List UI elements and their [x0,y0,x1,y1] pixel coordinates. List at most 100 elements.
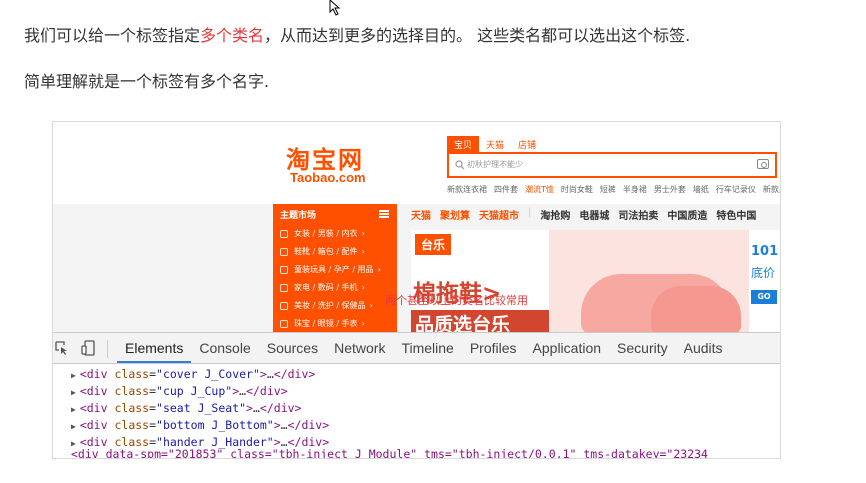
tab-security[interactable]: Security [609,333,676,363]
hot-word-link[interactable]: 半身裙 [623,184,647,195]
tag-close: </div> [246,384,288,398]
expand-triangle-icon[interactable]: ▶ [71,371,76,380]
attr-value: "cover J_Cover" [156,367,260,381]
hot-word-link[interactable]: 潮流T恤 [525,184,554,195]
category-icon [280,247,288,256]
category-label: 童装玩具 / 孕产 / 用品 [294,265,374,274]
dom-node-cut[interactable]: <div data-spm="201853" class="tbh-inject… [71,446,708,458]
hot-words: 新款连衣裙 四件套 潮流T恤 时尚女鞋 短裤 半身裙 男士外套 墙纸 行车记录仪… [447,184,780,195]
tab-console[interactable]: Console [191,333,258,363]
tab-elements[interactable]: Elements [117,333,192,363]
side-ad[interactable]: 101 底价 GO [749,230,780,334]
dom-node[interactable]: ▶ <div class="bottom J_Bottom">…</div> [71,417,329,434]
hot-word-link[interactable]: 时尚女鞋 [561,184,593,195]
hot-word-link[interactable]: 四件套 [494,184,518,195]
category-label: 鞋靴 / 箱包 / 配件 [294,247,358,256]
category-label: 美妆 / 洗护 / 保健品 [294,301,366,310]
nav-link[interactable]: 中国质造 [667,207,707,222]
category-item[interactable]: 美妆 / 洗护 / 保健品 › [280,300,373,311]
tab-timeline[interactable]: Timeline [393,333,461,363]
camera-icon[interactable] [757,159,769,169]
category-item[interactable]: 女装 / 男装 / 内衣 › [280,228,365,239]
category-label: 家电 / 数码 / 手机 [294,283,358,292]
nav-link[interactable]: 电器城 [579,207,609,222]
tab-profiles[interactable]: Profiles [462,333,525,363]
category-title: 主题市场 [280,211,317,221]
highlight-text: 多个类名 [200,26,265,45]
search-tab-baobei[interactable]: 宝贝 [447,136,480,152]
category-icon [280,301,288,310]
nav-link[interactable]: 淘抢购 [540,207,570,222]
expand-triangle-icon[interactable]: ▶ [71,388,76,397]
attr-value: "cup J_Cup" [156,384,233,398]
category-item[interactable]: 童装玩具 / 孕产 / 用品 › [280,264,381,275]
annotation-note: 两个甚至以上的类名比较常用 [385,294,528,307]
attr-name: class [114,418,150,432]
nav-link[interactable]: 特色中国 [716,207,756,222]
category-item[interactable]: 家电 / 数码 / 手机 › [280,282,365,293]
paragraph-line-1: 我们可以给一个标签指定多个类名，从而达到更多的选择目的。 这些类名都可以选出这个… [24,22,690,46]
slipper-image [651,286,741,334]
tab-sources[interactable]: Sources [259,333,326,363]
dom-node[interactable]: ▶ <div class="cup J_Cup">…</div> [71,383,288,400]
tag-open: <div [79,367,108,381]
inspect-element-icon[interactable] [55,341,69,355]
attr-name: class [114,367,150,381]
tag-open: <div [79,401,108,415]
dom-node[interactable]: ▶ <div class="cover J_Cover">…</div> [71,366,315,383]
tab-network[interactable]: Network [326,333,393,363]
toolbar-divider [107,340,108,358]
dom-node[interactable]: ▶ <div class="seat J_Seat">…</div> [71,400,301,417]
attr-name: class [114,401,150,415]
search-icon [455,160,465,170]
attr-name: class [114,384,150,398]
search-input[interactable]: 初秋护理不能少 [447,152,777,178]
category-icon [280,319,288,328]
tab-audits[interactable]: Audits [676,333,731,363]
promo-banner[interactable]: 台乐 棉拖鞋> 品质选台乐 [411,230,749,334]
hot-word-link[interactable]: 短裤 [600,184,616,195]
taobao-main-band: 主题市场 女装 / 男装 / 内衣 › 鞋靴 / 箱包 / 配件 › 童装玩具 / … [53,204,780,334]
taobao-logo[interactable]: 淘宝网 Taobao.com [286,140,386,186]
category-item[interactable]: 鞋靴 / 箱包 / 配件 › [280,246,365,257]
search-tab-shop[interactable]: 店铺 [511,136,543,152]
hot-word-link[interactable]: 新款男鞋 [763,184,780,195]
text-segment: ，从而达到更多的选择目的。 这些类名都可以选出这个标签. [264,26,691,45]
tab-application[interactable]: Application [525,333,610,363]
nav-link-juhuasuan[interactable]: 聚划算 [440,207,470,222]
devtools-toolbar: Elements Console Sources Network Timelin… [53,332,780,364]
ellipsis: … [252,401,260,415]
category-icon [280,229,288,238]
tag-close: </div> [273,367,316,381]
expand-triangle-icon[interactable]: ▶ [71,422,76,431]
hot-word-link[interactable]: 男士外套 [654,184,686,195]
category-icon [280,265,288,274]
hot-word-link[interactable]: 新款连衣裙 [447,184,487,195]
hot-word-link[interactable]: 行车记录仪 [716,184,756,195]
tag-open: <div [79,384,108,398]
side-ad-button[interactable]: GO [751,290,777,304]
devtools-panel: Elements Console Sources Network Timelin… [53,332,780,458]
mouse-cursor-icon [329,0,341,16]
nav-link-tmall[interactable]: 天猫 [411,207,431,222]
category-item[interactable]: 珠宝 / 眼镜 / 手表 › [280,318,365,329]
ellipsis: … [266,367,274,381]
ellipsis: … [280,418,288,432]
devtools-tabs: Elements Console Sources Network Timelin… [117,333,731,363]
main-nav: 天猫 聚划算 天猫超市 | 淘抢购 电器城 司法拍卖 中国质造 特色中国 [411,207,756,222]
list-icon [379,210,389,218]
taobao-header: 淘宝网 Taobao.com 宝贝 天猫 店铺 初秋护理不能少 新款连衣裙 四件… [53,122,780,204]
embedded-screenshot: 淘宝网 Taobao.com 宝贝 天猫 店铺 初秋护理不能少 新款连衣裙 四件… [52,121,781,459]
banner-text-area: 台乐 棉拖鞋> 品质选台乐 [411,230,549,334]
search-placeholder: 初秋护理不能少 [467,160,523,169]
banner-brand-tag: 台乐 [415,234,452,255]
nav-link[interactable]: 司法拍卖 [618,207,658,222]
side-ad-number: 101 [751,244,779,259]
nav-link-tmall-market[interactable]: 天猫超市 [479,207,519,222]
search-tab-tmall[interactable]: 天猫 [479,136,511,152]
logo-text-en: Taobao.com [290,170,366,185]
text-segment: 我们可以给一个标签指定 [24,26,201,45]
hot-word-link[interactable]: 墙纸 [693,184,709,195]
expand-triangle-icon[interactable]: ▶ [71,405,76,414]
device-toolbar-icon[interactable] [81,340,95,356]
